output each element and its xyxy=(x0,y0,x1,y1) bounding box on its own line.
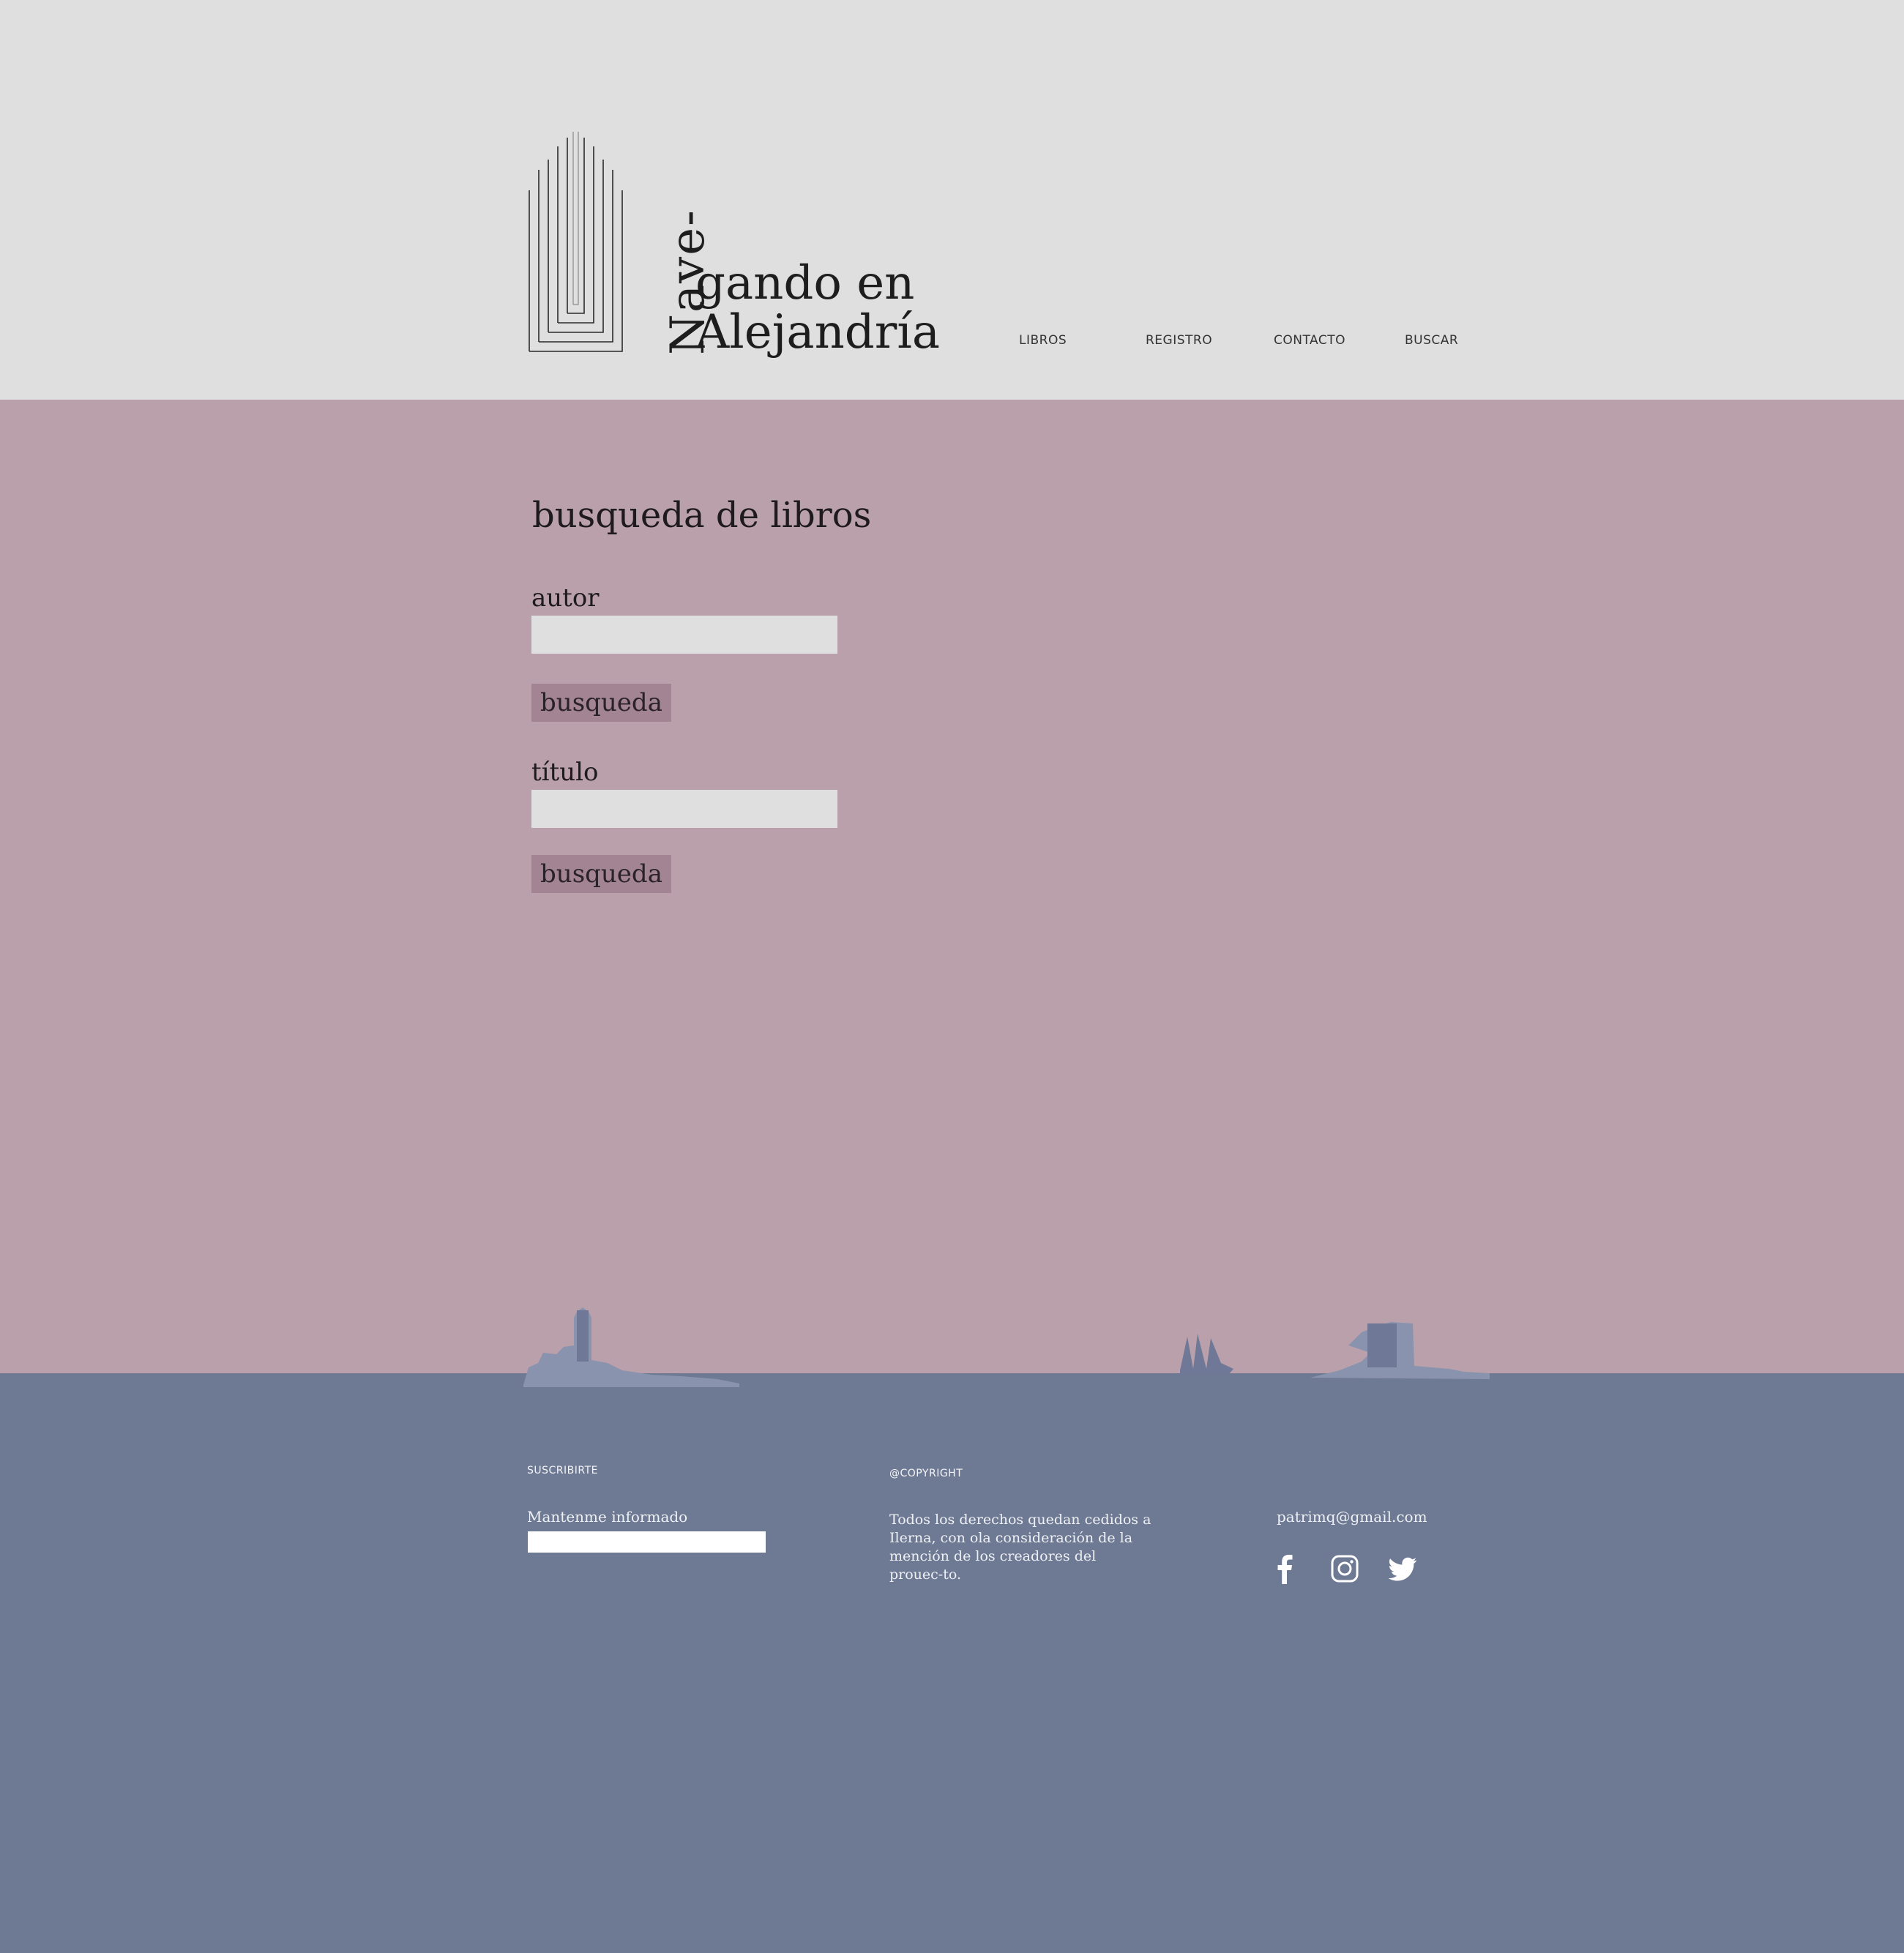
title-input[interactable] xyxy=(531,790,837,828)
twitter-icon[interactable] xyxy=(1389,1553,1418,1584)
nav-libros[interactable]: LIBROS xyxy=(1019,333,1067,348)
subscribe-email-input[interactable] xyxy=(528,1531,766,1553)
copyright-text: Todos los derechos quedan cedidos a Iler… xyxy=(889,1512,1151,1583)
site-header: Nave- gando en Alejandría LIBROS REGISTR… xyxy=(0,0,1904,400)
lighthouse-tower-icon xyxy=(577,1310,589,1362)
main-content xyxy=(0,400,1904,1373)
logo-arches-icon xyxy=(529,132,623,352)
nav-registro[interactable]: REGISTRO xyxy=(1146,333,1212,348)
site-footer xyxy=(0,1373,1904,1953)
subscribe-heading: SUSCRIBIRTE xyxy=(527,1465,598,1476)
copyright-heading: @COPYRIGHT xyxy=(889,1468,963,1479)
nav-buscar[interactable]: BUSCAR xyxy=(1405,333,1458,348)
sailboat-icon xyxy=(1180,1334,1233,1375)
author-input[interactable] xyxy=(531,616,837,654)
author-label: autor xyxy=(531,583,600,613)
instagram-icon[interactable] xyxy=(1330,1553,1359,1584)
building-icon xyxy=(1367,1323,1397,1367)
horizon-silhouettes xyxy=(523,1307,1490,1387)
facebook-icon[interactable] xyxy=(1271,1553,1300,1584)
subscribe-label: Mantenme informado xyxy=(527,1508,688,1526)
title-label: título xyxy=(531,758,599,787)
building-island-icon xyxy=(1310,1322,1490,1379)
author-search-button[interactable]: busqueda xyxy=(531,684,671,722)
nav-contacto[interactable]: CONTACTO xyxy=(1274,333,1345,348)
logo-text-line1: gando en xyxy=(695,256,915,310)
page-title: busqueda de libros xyxy=(532,495,872,536)
contact-email[interactable]: patrimq@gmail.com xyxy=(1277,1508,1427,1526)
lighthouse-island-icon xyxy=(523,1307,739,1387)
logo-text-line2: Alejandría xyxy=(695,305,940,359)
title-search-button[interactable]: busqueda xyxy=(531,855,671,893)
